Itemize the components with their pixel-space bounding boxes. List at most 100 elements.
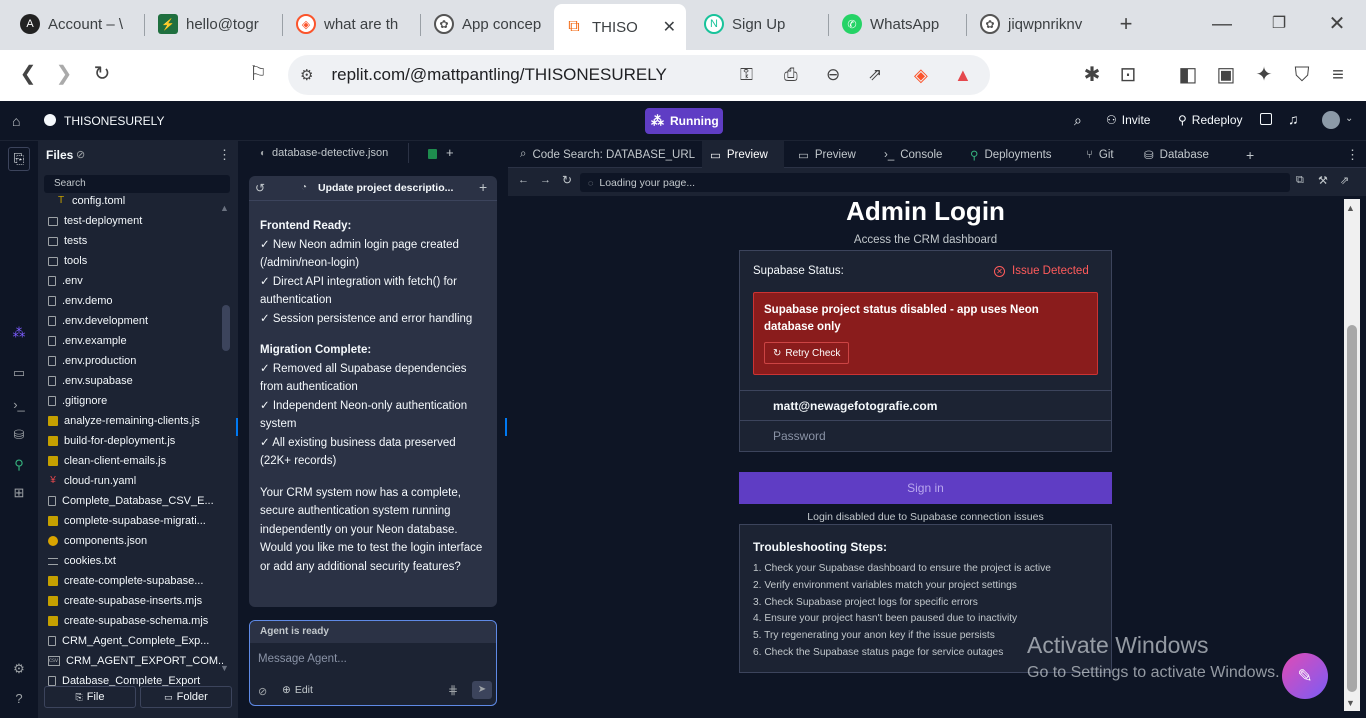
edit-mode-button[interactable]: ⊕ Edit — [282, 684, 313, 696]
add-tab-icon[interactable]: + — [446, 145, 454, 160]
brave-shields-icon[interactable]: ◈ — [914, 65, 928, 86]
file-tree-item[interactable]: .env.production — [48, 351, 223, 371]
scroll-down-icon[interactable]: ▼ — [1346, 698, 1355, 708]
wallet-icon[interactable]: ▣ — [1214, 65, 1238, 85]
browser-tab-hello[interactable]: ⚡ hello@togr — [148, 0, 276, 48]
site-settings-icon[interactable]: ⚙ — [300, 66, 313, 84]
sidebar-toggle-icon[interactable]: ◧ — [1176, 65, 1200, 85]
tab-preview[interactable]: ▭ Preview — [792, 141, 862, 168]
file-tab[interactable]: ◐ database-detective.json — [260, 147, 388, 159]
file-tree-item[interactable]: create-complete-supabase... — [48, 571, 223, 591]
brave-rewards-icon[interactable]: ▲ — [954, 65, 972, 86]
file-tree-item[interactable]: cookies.txt — [48, 551, 223, 571]
file-tree-item[interactable]: clean-client-emails.js — [48, 451, 223, 471]
new-folder-button[interactable]: ▭ Folder — [140, 686, 232, 708]
file-tree-item[interactable]: test-deployment — [48, 211, 223, 231]
share-icon[interactable]: ⇗ — [868, 65, 882, 85]
back-icon[interactable]: ❮ — [16, 64, 40, 84]
more-options-icon[interactable]: ⋮ — [1342, 141, 1363, 168]
browser-tab-thisonesurely[interactable]: ⧉ THISO ✕ — [554, 4, 686, 50]
chat-support-button[interactable]: ✎ — [1282, 653, 1328, 699]
home-icon[interactable]: ⌂ — [12, 113, 20, 129]
sign-in-button[interactable]: Sign in — [739, 472, 1112, 504]
help-icon[interactable]: ? — [10, 691, 28, 709]
tab-code-search[interactable]: ⌕ Code Search: DATABASE_URL — [514, 141, 701, 168]
browser-tab-search[interactable]: ◈ what are th — [286, 0, 414, 48]
minimize-icon[interactable]: — — [1210, 14, 1234, 34]
file-tree-item[interactable]: create-supabase-inserts.mjs — [48, 591, 223, 611]
forward-icon[interactable]: ❯ — [52, 64, 76, 84]
scroll-down-icon[interactable]: ▼ — [220, 663, 230, 673]
file-tree-item[interactable]: .env.demo — [48, 291, 223, 311]
back-icon[interactable]: ← — [518, 174, 529, 186]
restore-icon[interactable]: ❐ — [1267, 14, 1291, 34]
extension-search-icon[interactable]: ⊡ — [1116, 65, 1140, 85]
thread-title[interactable]: Update project descriptio... — [318, 182, 453, 194]
scroll-up-icon[interactable]: ▲ — [1346, 203, 1355, 213]
console-icon[interactable]: ›_ — [10, 397, 28, 415]
send-button[interactable]: ➤ — [472, 681, 492, 699]
scroll-up-icon[interactable]: ▲ — [220, 203, 230, 213]
project-name[interactable]: THISONESURELY — [64, 114, 164, 128]
avatar[interactable] — [1322, 111, 1340, 129]
file-tree-item[interactable]: .gitignore — [48, 391, 223, 411]
close-tab-icon[interactable]: ✕ — [663, 17, 676, 37]
attach-icon[interactable]: ⊘ — [258, 685, 267, 698]
file-tree-item[interactable]: analyze-remaining-clients.js — [48, 411, 223, 431]
file-tree-item[interactable]: .env.development — [48, 311, 223, 331]
tab-deployments[interactable]: ⚲ Deployments — [964, 141, 1058, 168]
browser-tab-app-concept[interactable]: ✿ App concep — [424, 0, 552, 48]
retry-check-button[interactable]: ↻ Retry Check — [764, 342, 850, 364]
new-tab-icon[interactable]: + — [1114, 13, 1138, 35]
chevron-down-icon[interactable]: ⌄ — [1345, 113, 1353, 124]
file-tree-item[interactable]: Tconfig.toml — [56, 191, 231, 211]
address-bar[interactable]: ⚙ replit.com/@mattpantling/THISONESURELY… — [288, 55, 990, 95]
deployment-status-icon[interactable] — [1260, 113, 1272, 125]
deploy-icon[interactable]: ⚲ — [10, 457, 28, 475]
open-new-tab-icon[interactable]: ⇗ — [1340, 174, 1349, 187]
bookmark-icon[interactable]: ⚐ — [246, 64, 270, 84]
preview-url-bar[interactable]: ◌ Loading your page... — [580, 173, 1290, 192]
sheet-file-icon[interactable] — [428, 149, 437, 159]
file-tree-item[interactable]: Complete_Database_CSV_E... — [48, 491, 223, 511]
history-icon[interactable]: ⊘ — [76, 148, 85, 161]
all-tools-icon[interactable]: ⊞ — [10, 485, 28, 503]
extensions-icon[interactable]: ✱ — [1080, 65, 1104, 85]
tab-preview-active[interactable]: ▭ Preview — [702, 141, 784, 168]
key-icon[interactable]: ⚿ — [740, 65, 753, 85]
redeploy-button[interactable]: ⚲ Redeploy — [1178, 113, 1243, 127]
invite-button[interactable]: ⚇ Invite — [1106, 113, 1150, 127]
zoom-icon[interactable]: ⊖ — [826, 65, 840, 85]
browser-tab-signup[interactable]: N Sign Up — [694, 0, 822, 48]
bell-icon[interactable]: ♫ — [1288, 111, 1299, 127]
browser-tab-account[interactable]: A Account – \ — [10, 0, 138, 48]
file-tree-item[interactable]: build-for-deployment.js — [48, 431, 223, 451]
database-icon[interactable]: ⛁ — [10, 427, 28, 445]
file-tree-item[interactable]: .env.example — [48, 331, 223, 351]
file-tree-item[interactable]: .env — [48, 271, 223, 291]
file-tree-item[interactable]: CRM_Agent_Complete_Exp... — [48, 631, 223, 651]
preview-icon[interactable]: ▭ — [10, 365, 28, 383]
password-field[interactable]: Password — [773, 429, 826, 443]
menu-icon[interactable]: ≡ — [1326, 65, 1350, 85]
reload-icon[interactable]: ↻ — [90, 64, 114, 84]
file-tree-item[interactable]: create-supabase-schema.mjs — [48, 611, 223, 631]
devtools-icon[interactable]: ⚒ — [1318, 174, 1328, 187]
file-tree-item[interactable]: components.json — [48, 531, 223, 551]
devices-icon[interactable]: ⧉ — [1296, 174, 1304, 187]
add-tab-icon[interactable]: + — [1240, 141, 1260, 168]
file-tree-item[interactable]: tests — [48, 231, 223, 251]
email-field[interactable]: matt@newagefotografie.com — [740, 390, 1111, 421]
tab-console[interactable]: ›_ Console — [878, 141, 948, 168]
scrollbar-thumb[interactable] — [1347, 325, 1357, 692]
tab-git[interactable]: ⑂ Git — [1080, 141, 1120, 168]
reload-icon[interactable]: ↻ — [562, 173, 572, 187]
history-icon[interactable]: ↺ — [255, 181, 265, 195]
settings-icon[interactable]: ⚙ — [10, 661, 28, 679]
message-input[interactable]: Message Agent... — [258, 653, 347, 665]
file-scrollbar[interactable] — [222, 305, 230, 351]
file-tree-item[interactable]: .env.supabase — [48, 371, 223, 391]
file-tree-item[interactable]: csv CRM_AGENT_EXPORT_COM... — [48, 651, 223, 671]
files-icon[interactable]: ⎘ — [8, 147, 30, 171]
vpn-icon[interactable]: ⛉ — [1290, 65, 1314, 85]
